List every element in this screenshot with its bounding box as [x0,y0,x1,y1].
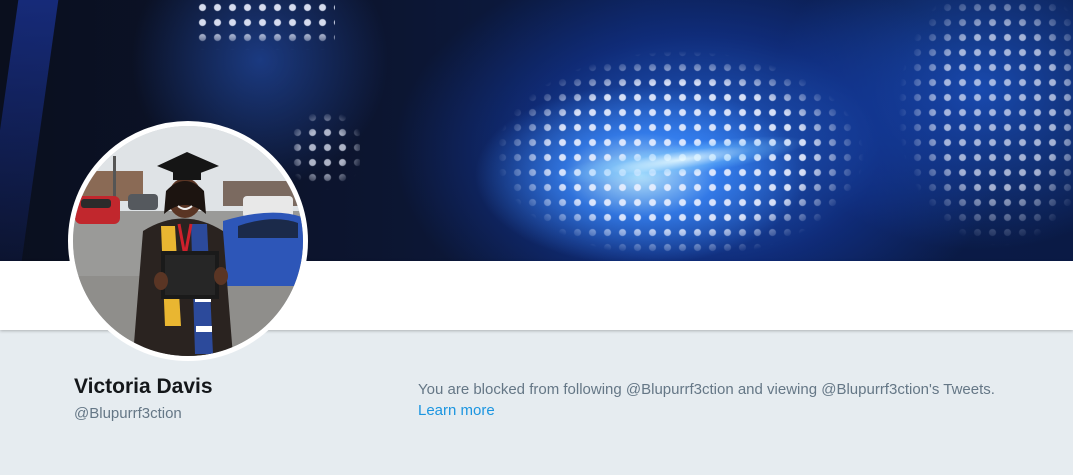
avatar[interactable] [68,121,308,361]
banner-rhinestones-top [195,0,335,50]
profile-page: Victoria Davis @Blupurrf3ction You are b… [0,0,1073,475]
blocked-notice-text: You are blocked from following @Blupurrf… [418,381,995,398]
blocked-notice: You are blocked from following @Blupurrf… [418,379,1058,421]
banner-rhinestones-left [290,110,360,190]
profile-handle[interactable]: @Blupurrf3ction [74,405,182,422]
banner-rhinestones-right [880,0,1073,261]
banner-light-streak [0,0,59,261]
profile-display-name[interactable]: Victoria Davis [74,375,213,399]
avatar-photo [73,126,303,356]
learn-more-link[interactable]: Learn more [418,400,495,421]
